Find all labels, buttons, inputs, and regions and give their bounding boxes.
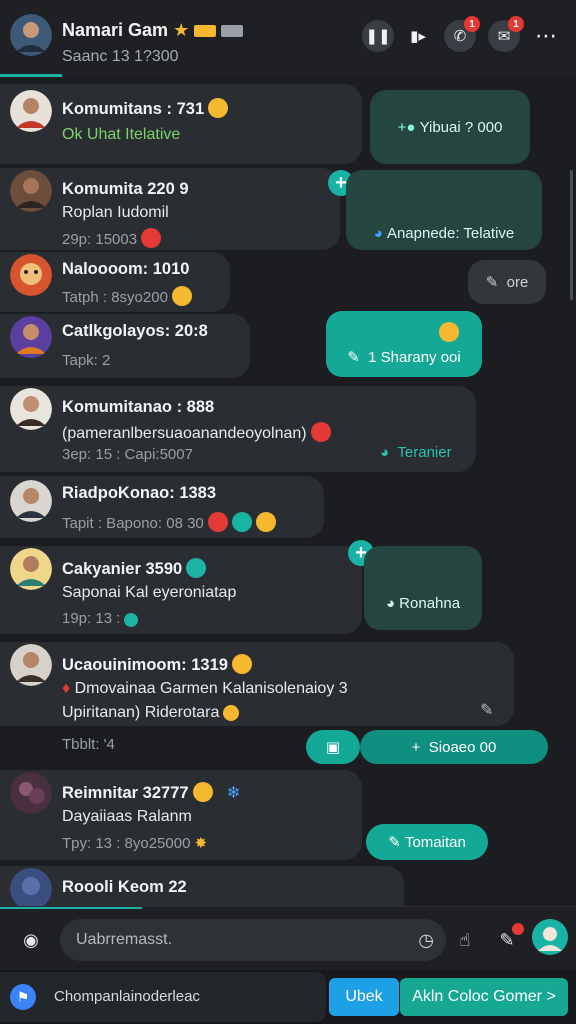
contact-avatar[interactable]: [10, 316, 52, 358]
list-item[interactable]: Komumita 220 9 Roplan Iudomil 29p: 15003…: [0, 166, 576, 252]
message-meta: 19p: 13 :: [62, 610, 139, 627]
message-preview: Dayaiiaas Ralanm: [62, 808, 192, 825]
message-bubble: Komumitanao : 888 (pameranlbersuaoanande…: [0, 386, 476, 472]
reply-bubble[interactable]: ✎ 1 Sharany ooi: [326, 311, 482, 377]
message-preview: Ok Uhat Itelative: [62, 126, 181, 143]
message-meta: 29p: 15003: [62, 228, 162, 248]
contact-name: Komumitans : 731: [62, 98, 229, 119]
message-bubble: Reimnitar 32777 ❄ Dayaiiaas Ralanm Tpy: 1…: [0, 770, 362, 860]
list-item[interactable]: Roooli Keom 22: [0, 866, 576, 906]
message-bubble: Ucaouinimoom: 1319 ♦ Dmovainaa Garmen Ka…: [0, 642, 514, 726]
message-preview: Saponai Kal eyeroniatap: [62, 584, 237, 601]
message-preview: ♦ Dmovainaa Garmen Kalanisolenaioy 3: [62, 680, 348, 697]
contact-name: Cakyanier 3590: [62, 558, 207, 579]
list-item[interactable]: Naloooom: 1010 Tatph : 8syo200 ✎ ore: [0, 252, 576, 314]
message-preview: Roplan Iudomil: [62, 204, 169, 221]
contact-avatar[interactable]: [10, 772, 52, 814]
mic-icon[interactable]: ✎: [492, 923, 524, 955]
message-meta: Tpy: 13 : 8yo25000 ✸: [62, 835, 208, 852]
page-title: Namari Gam ★: [62, 20, 244, 41]
contact-name: RiadpoKonao: 1383: [62, 484, 217, 502]
contact-name: Komumita 220 9: [62, 180, 189, 198]
message-meta: Tapit : Bapono: 08 30: [62, 512, 276, 532]
contact-name: Ucaouinimoom: 1319: [62, 654, 252, 675]
contact-avatar[interactable]: [10, 548, 52, 590]
list-item[interactable]: Komumitans : 731 Ok Uhat Itelative +● Yi…: [0, 80, 576, 166]
message-preview: (pameranlbersuaoanandeoyolnan): [62, 422, 331, 443]
pause-icon[interactable]: ❚❚: [362, 20, 394, 52]
list-item[interactable]: RiadpoKonao: 1383 Tapit : Bapono: 08 30: [0, 476, 576, 542]
video-call-icon[interactable]: ▮▸: [402, 20, 434, 52]
more-options-icon[interactable]: ⋯: [530, 20, 562, 52]
status-label: Tbblt: '4: [62, 736, 115, 753]
clock-icon[interactable]: ◷: [418, 930, 434, 951]
primary-button[interactable]: Ubek: [329, 978, 399, 1016]
edit-icon[interactable]: ✎: [480, 700, 493, 720]
attach-icon[interactable]: ☝: [450, 925, 480, 955]
contact-name: Komumitanao : 888: [62, 398, 215, 416]
active-tab-indicator: [0, 74, 62, 77]
contact-avatar[interactable]: [10, 388, 52, 430]
message-bubble: Komumitans : 731 Ok Uhat Itelative: [0, 84, 362, 164]
message-composer: ◉ Uabrremasst. ◷ ☝ ✎: [0, 906, 576, 970]
contact-avatar[interactable]: [10, 868, 52, 906]
edit-icon: ✎: [485, 274, 507, 291]
notification-text: Chompanlainoderleac: [54, 988, 200, 1005]
message-bubble: Komumita 220 9 Roplan Iudomil 29p: 15003: [0, 168, 340, 250]
reply-bubble[interactable]: ✎ Tomaitan: [366, 824, 488, 860]
contact-avatar[interactable]: [10, 644, 52, 686]
camera-icon[interactable]: ◉: [16, 925, 46, 955]
message-bubble: Roooli Keom 22: [0, 866, 404, 906]
reply-bubble[interactable]: +● Yibuai ? 000: [370, 90, 530, 164]
call-icon[interactable]: ✆ 1: [444, 16, 480, 52]
reply-label[interactable]: ◕ Teranier: [380, 444, 452, 461]
list-item[interactable]: Catlkgolayos: 20:8 Tapk: 2 ✎ 1 Sharany o…: [0, 311, 576, 382]
image-icon: ▣: [325, 739, 341, 756]
quick-action-button[interactable]: + Sioaeo 00: [360, 730, 548, 764]
list-item[interactable]: Komumitanao : 888 (pameranlbersuaoanande…: [0, 382, 576, 476]
list-item[interactable]: Reimnitar 32777 ❄ Dayaiiaas Ralanm Tpy: 1…: [0, 768, 576, 864]
list-item[interactable]: Ucaouinimoom: 1319 ♦ Dmovainaa Garmen Ka…: [0, 638, 576, 728]
message-meta: 3ep: 15 : Capi:5007: [62, 446, 193, 463]
user-avatar[interactable]: [532, 919, 568, 955]
contact-name: Catlkgolayos: 20:8: [62, 322, 208, 340]
reply-bubble[interactable]: ✎ ore: [468, 260, 546, 304]
message-bubble: Cakyanier 3590 Saponai Kal eyeroniatap 1…: [0, 546, 362, 634]
notification-card[interactable]: ⚑ Chompanlainoderleac: [0, 972, 326, 1022]
message-meta: Tapk: 2: [62, 352, 111, 369]
message-meta: Tatph : 8syo200: [62, 286, 192, 306]
media-button[interactable]: ▣: [306, 730, 360, 764]
flag-icon: ⚑: [10, 984, 36, 1010]
contact-name: Roooli Keom 22: [62, 878, 187, 896]
chat-badge: 1: [508, 16, 524, 32]
contact-avatar[interactable]: [10, 90, 52, 132]
contact-name: Reimnitar 32777 ❄: [62, 782, 241, 802]
contact-avatar[interactable]: [10, 254, 52, 296]
profile-avatar[interactable]: [10, 14, 52, 56]
conversation-list[interactable]: Komumitans : 731 Ok Uhat Itelative +● Yi…: [0, 80, 576, 906]
chat-header: Namari Gam ★ Saanc 13 1?300 ❚❚ ▮▸ ✆ 1 ✉ …: [0, 0, 576, 78]
status-row: Tbblt: '4 ▣ + Sioaeo 00: [0, 728, 576, 766]
list-item[interactable]: Cakyanier 3590 Saponai Kal eyeroniatap 1…: [0, 540, 576, 638]
continue-button[interactable]: Akln Coloc Gomer >: [400, 978, 568, 1016]
contact-avatar[interactable]: [10, 170, 52, 212]
chat-icon[interactable]: ✉ 1: [488, 16, 524, 52]
call-badge: 1: [464, 16, 480, 32]
reply-bubble[interactable]: ◕ Ronahna: [364, 546, 482, 630]
message-preview-2: Upiritanan) Riderotara: [62, 704, 240, 722]
contact-avatar[interactable]: [10, 480, 52, 522]
composer-indicator: [0, 907, 142, 909]
bottom-bar: ⚑ Chompanlainoderleac Ubek Akln Coloc Go…: [0, 970, 576, 1024]
page-subtitle: Saanc 13 1?300: [62, 48, 179, 65]
message-input[interactable]: Uabrremasst. ◷: [60, 919, 446, 961]
reply-bubble[interactable]: ◕ Anapnede: Telative: [346, 170, 542, 250]
contact-name: Naloooom: 1010: [62, 260, 190, 278]
